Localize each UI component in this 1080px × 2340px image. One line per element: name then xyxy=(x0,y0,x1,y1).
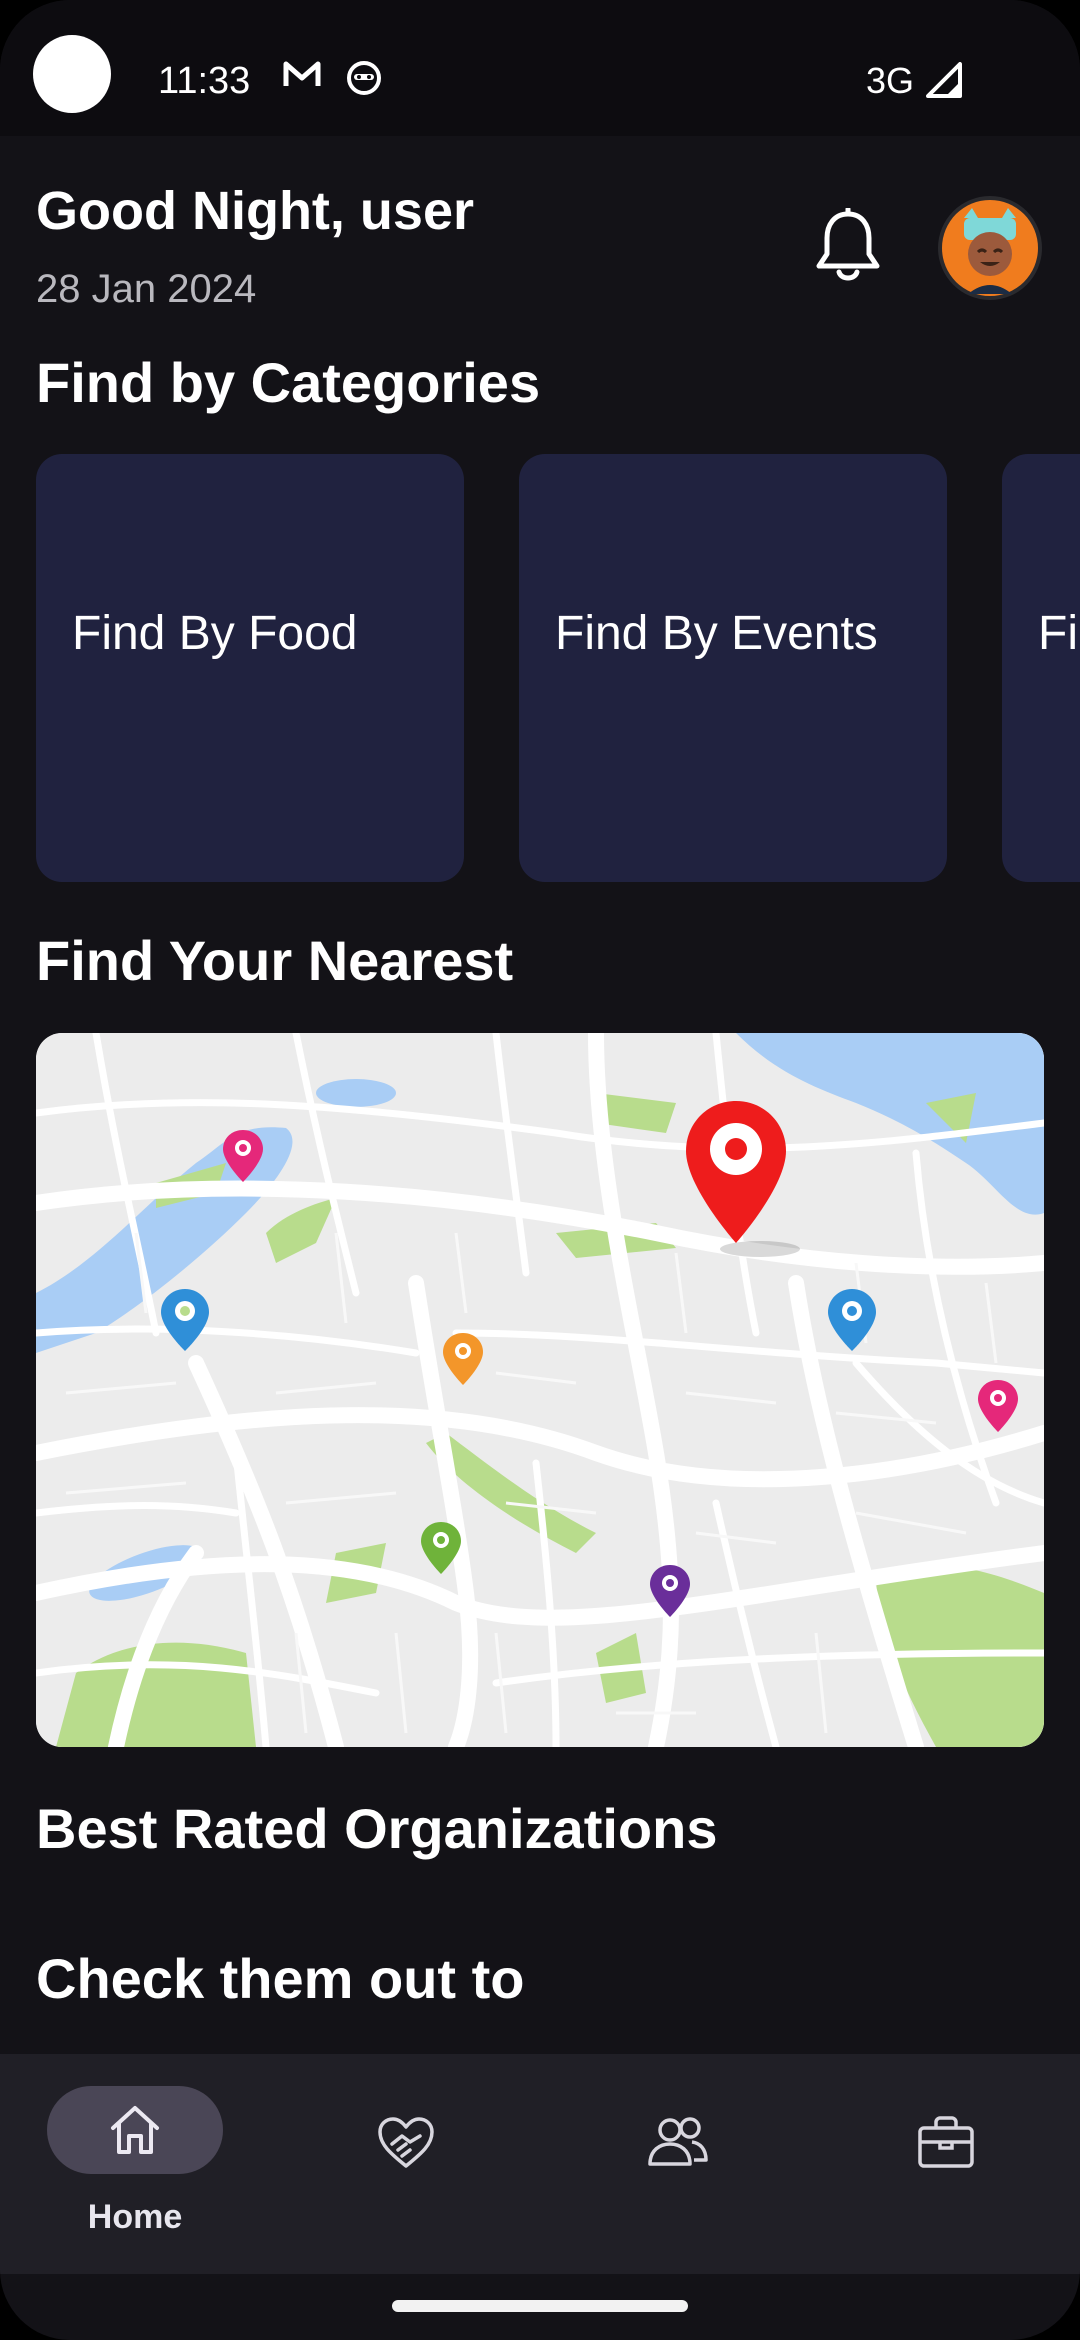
category-card-food[interactable]: Find By Food xyxy=(36,454,464,882)
user-avatar-icon xyxy=(942,200,1038,296)
greeting-title: Good Night, user xyxy=(36,181,474,241)
nav-home[interactable]: Home xyxy=(35,2086,223,2246)
camera-cutout xyxy=(33,35,111,113)
category-label: Find By Te xyxy=(1038,607,1080,660)
status-bar: 11:33 3G xyxy=(0,0,1080,136)
category-label: Find By Food xyxy=(72,607,358,660)
nearest-title: Find Your Nearest xyxy=(36,929,514,992)
app-notification-icon xyxy=(347,61,381,95)
nav-home-label: Home xyxy=(87,2198,183,2236)
gesture-bar[interactable] xyxy=(392,2300,688,2312)
category-card-partial[interactable]: Find By Te xyxy=(1002,454,1080,882)
volunteer-icon xyxy=(378,2117,434,2168)
nearest-map[interactable] xyxy=(36,1033,1044,1747)
check-them-out-title: Check them out to xyxy=(36,1947,525,2010)
network-type: 3G xyxy=(866,60,915,101)
nav-volunteer[interactable] xyxy=(316,2086,496,2246)
phone-screen: 11:33 3G Good Night, user 28 Jan 2024 Fi… xyxy=(0,0,1080,2340)
people-icon xyxy=(648,2117,708,2166)
nav-community[interactable] xyxy=(586,2086,766,2246)
avatar[interactable] xyxy=(938,196,1042,300)
category-card-events[interactable]: Find By Events xyxy=(519,454,947,882)
current-date: 28 Jan 2024 xyxy=(36,267,257,311)
bell-icon[interactable] xyxy=(812,208,884,288)
categories-carousel[interactable]: Find By Food Find By Events Find By Te xyxy=(36,454,1080,884)
signal-icon xyxy=(926,62,962,98)
home-icon xyxy=(111,2106,159,2154)
organizations-title: Best Rated Organizations xyxy=(36,1797,718,1860)
category-label: Find By Events xyxy=(555,607,878,660)
status-time: 11:33 xyxy=(158,60,251,102)
map-image xyxy=(36,1033,1044,1747)
bottom-navigation: Home xyxy=(0,2054,1080,2274)
gmail-icon xyxy=(283,61,321,86)
briefcase-icon xyxy=(918,2116,974,2168)
categories-title: Find by Categories xyxy=(36,351,541,414)
nav-organizations[interactable] xyxy=(856,2086,1036,2246)
